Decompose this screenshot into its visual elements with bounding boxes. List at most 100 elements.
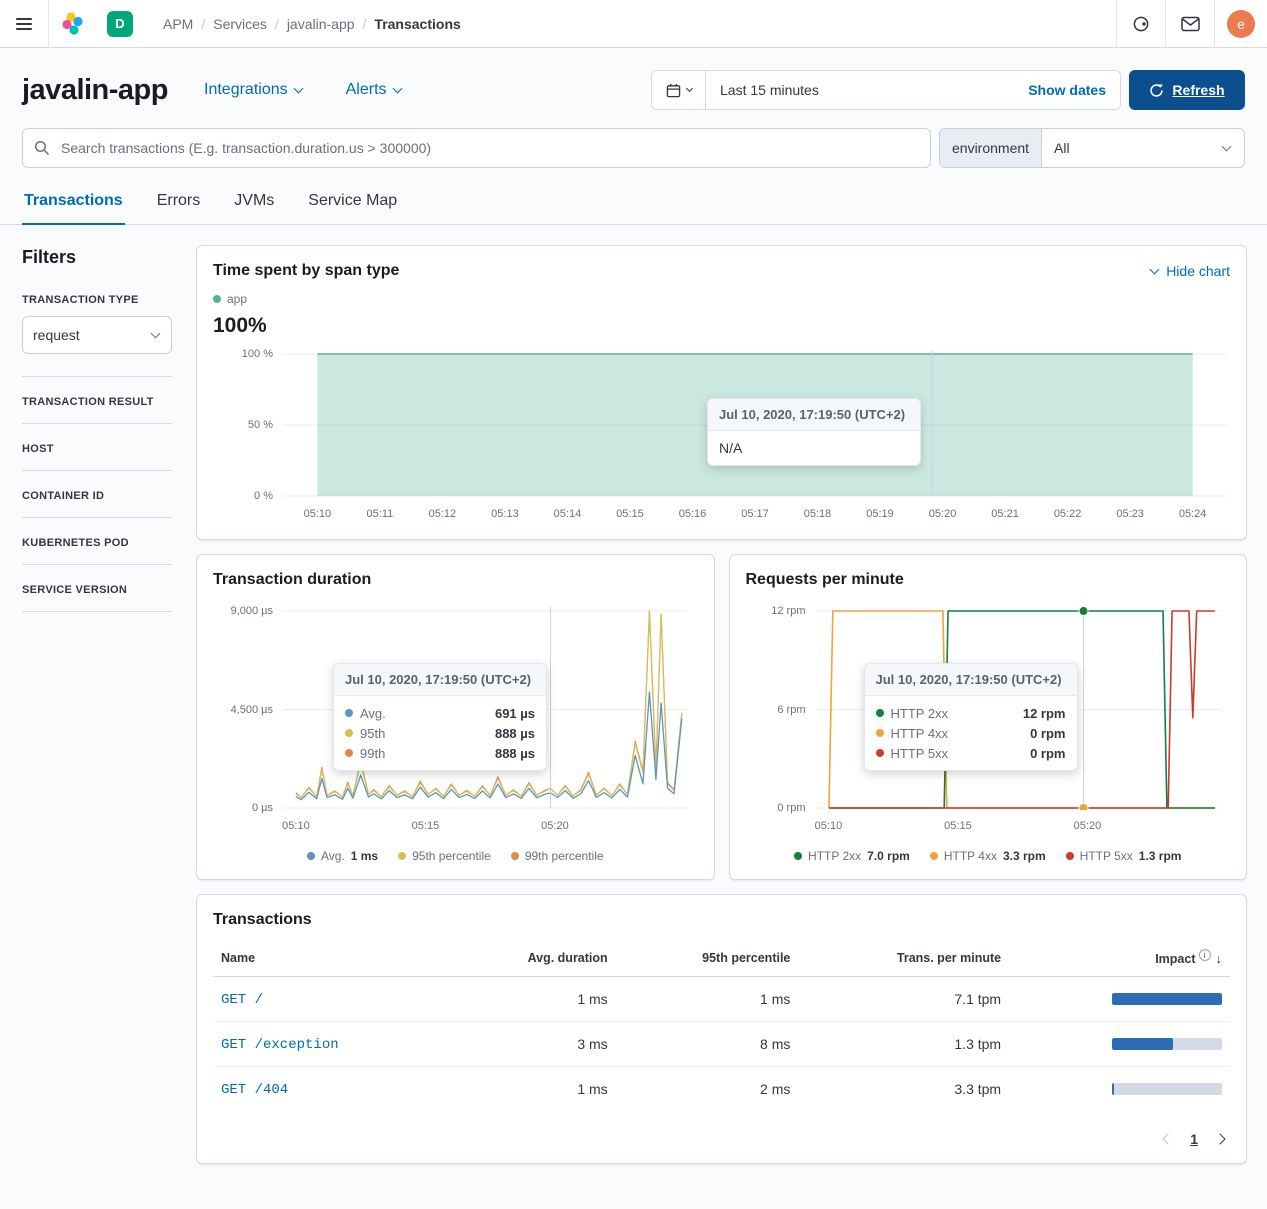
search-icon [34, 140, 50, 156]
topbar-actions: e [1116, 0, 1267, 48]
x-axis-tick-label: 05:11 [367, 508, 394, 520]
breadcrumb-apm[interactable]: APM [163, 16, 193, 32]
calendar-icon [666, 83, 681, 98]
refresh-icon [1149, 83, 1164, 98]
next-page-button[interactable] [1214, 1133, 1225, 1144]
transaction-link[interactable]: GET / [221, 992, 263, 1008]
transaction-type-value: request [33, 327, 80, 343]
legend-http-2xx[interactable]: HTTP 2xx 7.0 rpm [794, 849, 910, 863]
x-axis-tick-label: 05:24 [1179, 508, 1207, 520]
x-axis-tick-label: 05:18 [804, 508, 832, 520]
elastic-logo[interactable] [49, 0, 97, 48]
deployment-badge[interactable]: D [107, 11, 133, 37]
info-icon[interactable]: i [1199, 949, 1211, 961]
x-axis-labels: 05:1005:1105:1205:1305:1405:1505:1605:17… [283, 501, 1227, 523]
refresh-label: Refresh [1172, 82, 1224, 98]
span-type-title: Time spent by span type [213, 262, 399, 280]
newsfeed-button[interactable] [1166, 0, 1214, 48]
x-axis-tick-label: 05:22 [1054, 508, 1082, 520]
legend-label: HTTP 5xx [1080, 849, 1133, 863]
transaction-type-select[interactable]: request [22, 316, 172, 354]
tooltip-row-label: 99th [360, 746, 488, 761]
x-axis-tick-label: 05:23 [1116, 508, 1144, 520]
requests-per-minute-card: Requests per minute 12 rpm6 rpm0 rpm 05:… [729, 554, 1248, 880]
cloud-deployment-icon [1132, 15, 1150, 33]
show-dates-link[interactable]: Show dates [1028, 82, 1106, 98]
tpm-value: 3.3 tpm [798, 1067, 1009, 1112]
impact-fill [1112, 1038, 1173, 1050]
elastic-logo-icon [60, 11, 86, 37]
tab-transactions[interactable]: Transactions [22, 184, 125, 225]
legend-avg[interactable]: Avg. 1 ms [307, 849, 378, 863]
sort-descending-icon[interactable]: ↓ [1216, 951, 1223, 966]
tooltip-value: N/A [719, 438, 909, 458]
transaction-link[interactable]: GET /404 [221, 1082, 288, 1098]
filter-label: KUBERNETES POD [22, 537, 129, 549]
chart-tooltip: Jul 10, 2020, 17:19:50 (UTC+2) Avg. 691 … [333, 663, 547, 771]
legend-dot [213, 295, 221, 303]
previous-page-button[interactable] [1163, 1133, 1174, 1144]
x-axis-tick-label: 05:21 [991, 508, 1019, 520]
legend-dot [345, 709, 353, 717]
time-range-value[interactable]: Last 15 minutes [720, 82, 819, 98]
chevron-down-icon [685, 84, 692, 91]
legend-http-4xx[interactable]: HTTP 4xx 3.3 rpm [930, 849, 1046, 863]
page-number[interactable]: 1 [1190, 1131, 1198, 1147]
span-type-current-value: 100% [213, 314, 1230, 338]
cloud-deployment-button[interactable] [1117, 0, 1165, 48]
chart-tooltip: Jul 10, 2020, 17:19:50 (UTC+2) HTTP 2xx … [864, 663, 1078, 771]
x-axis-tick-label: 05:10 [282, 820, 310, 832]
integrations-menu[interactable]: Integrations [204, 81, 302, 99]
date-picker: Last 15 minutes Show dates [651, 70, 1121, 110]
table-row: GET /exception 3 ms 8 ms 1.3 tpm [213, 1022, 1230, 1067]
tab-jvms[interactable]: JVMs [232, 184, 276, 224]
alerts-menu[interactable]: Alerts [346, 81, 401, 99]
x-axis-tick-label: 05:19 [866, 508, 894, 520]
breadcrumb-service-name[interactable]: javalin-app [287, 16, 355, 32]
column-header-impact[interactable]: Impacti↓ [1009, 939, 1230, 977]
breadcrumb-services[interactable]: Services [213, 16, 267, 32]
legend-label: HTTP 2xx [808, 849, 861, 863]
y-axis-tick-label: 0 rpm [777, 802, 805, 814]
column-header-tpm[interactable]: Trans. per minute [798, 939, 1009, 977]
legend-95th[interactable]: 95th percentile [398, 849, 491, 863]
legend-value: 3.3 rpm [1003, 849, 1046, 863]
column-header-95th[interactable]: 95th percentile [616, 939, 799, 977]
transaction-duration-title: Transaction duration [213, 571, 698, 589]
user-avatar[interactable]: e [1227, 10, 1255, 38]
search-input[interactable] [22, 128, 931, 168]
avg-duration-value: 1 ms [447, 1067, 615, 1112]
legend-label[interactable]: app [227, 292, 247, 306]
filters-title: Filters [22, 247, 172, 268]
column-header-avg-duration[interactable]: Avg. duration [447, 939, 615, 977]
x-axis-tick-label: 05:15 [412, 820, 440, 832]
table-row: GET / 1 ms 1 ms 7.1 tpm [213, 977, 1230, 1022]
tab-errors[interactable]: Errors [155, 184, 203, 224]
tab-service-map[interactable]: Service Map [306, 184, 399, 224]
x-axis-tick-label: 05:20 [1074, 820, 1102, 832]
hide-chart-link[interactable]: Hide chart [1151, 263, 1230, 279]
x-axis-tick-label: 05:10 [815, 820, 843, 832]
x-axis-tick-label: 05:10 [304, 508, 332, 520]
x-axis-tick-label: 05:16 [679, 508, 707, 520]
tooltip-row-value: 12 rpm [1023, 706, 1066, 721]
environment-select[interactable]: environment All [939, 128, 1245, 168]
legend-99th[interactable]: 99th percentile [511, 849, 604, 863]
filter-label: SERVICE VERSION [22, 584, 127, 596]
top-navigation-bar: D APM / Services / javalin-app / Transac… [0, 0, 1267, 48]
tooltip-row-label: HTTP 4xx [891, 726, 1024, 741]
calendar-button[interactable] [652, 71, 706, 109]
tooltip-row-label: 95th [360, 726, 488, 741]
y-axis-tick-label: 12 rpm [771, 605, 805, 617]
y-axis-tick-label: 4,500 µs [231, 704, 273, 716]
menu-button[interactable] [0, 0, 48, 48]
y-axis-tick-label: 0 µs [252, 802, 273, 814]
legend-label: 99th percentile [525, 849, 604, 863]
refresh-button[interactable]: Refresh [1129, 70, 1245, 110]
column-header-name[interactable]: Name [213, 939, 447, 977]
integrations-label: Integrations [204, 81, 288, 99]
legend-http-5xx[interactable]: HTTP 5xx 1.3 rpm [1066, 849, 1182, 863]
transaction-link[interactable]: GET /exception [221, 1037, 339, 1053]
x-axis-tick-label: 05:14 [554, 508, 582, 520]
requests-per-minute-chart: 12 rpm6 rpm0 rpm 05:1005:1505:20 Jul 10,… [746, 605, 1231, 835]
